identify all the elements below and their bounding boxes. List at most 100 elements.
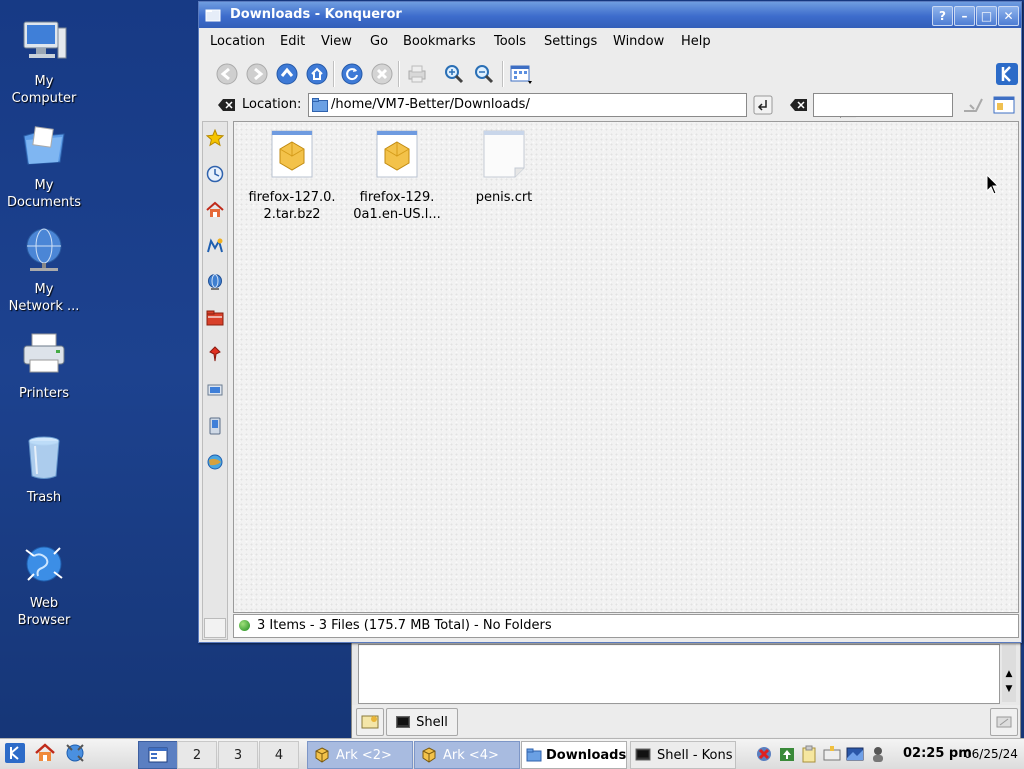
desktop-icon-my-computer[interactable]: My Computer [0, 18, 88, 107]
system-tray-user-icon[interactable] [869, 745, 887, 763]
forward-button[interactable] [245, 62, 269, 86]
desktop-icon-printers[interactable]: Printers [0, 330, 88, 402]
sidebar-config-button[interactable] [204, 618, 226, 638]
konqueror-logo-icon [996, 63, 1018, 85]
konsole-window: ▲ ▼ Shell [351, 640, 1021, 739]
file-item[interactable]: penis.crt [454, 130, 554, 206]
task-ark-2[interactable]: Ark <2> [307, 741, 413, 769]
scroll-up-icon[interactable]: ▲ [1002, 669, 1016, 683]
zoom-in-button[interactable] [442, 62, 466, 86]
print-icon [408, 65, 426, 83]
browser-launcher[interactable] [63, 741, 87, 765]
desktop-icon-label: Printers [18, 386, 70, 401]
pager-desktop-1[interactable]: 1 [138, 741, 178, 769]
home-icon [306, 63, 328, 85]
close-button[interactable]: ✕ [998, 6, 1019, 26]
search-provider-button[interactable] [992, 93, 1016, 117]
menu-window[interactable]: Window [613, 34, 664, 49]
desktop-icon-web-browser[interactable]: Web Browser [0, 540, 88, 629]
view-mode-button[interactable] [509, 62, 533, 86]
sidebar-item-web[interactable] [205, 452, 225, 472]
menu-view[interactable]: View [321, 34, 352, 49]
reload-button[interactable] [340, 62, 364, 86]
pager-desktop-2[interactable]: 2 [177, 741, 217, 769]
network-globe-icon [26, 228, 62, 271]
search-go-button[interactable] [961, 93, 985, 117]
location-input[interactable]: /home/VM7-Better/Downloads/ [308, 93, 856, 118]
menu-location[interactable]: Location [210, 34, 265, 49]
new-session-icon [361, 715, 379, 729]
folder-icon [526, 748, 542, 762]
tab-shell[interactable]: Shell [386, 708, 458, 736]
clear-location-button[interactable] [215, 93, 239, 117]
task-shell-konsole[interactable]: Shell - Kons [630, 741, 736, 769]
menu-settings[interactable]: Settings [544, 34, 597, 49]
sidebar-item-services[interactable] [205, 344, 225, 364]
pager-desktop-4[interactable]: 4 [259, 741, 299, 769]
zoom-out-button[interactable] [472, 62, 496, 86]
sidebar-item-device[interactable] [205, 416, 225, 436]
tab-shell-label: Shell [416, 714, 448, 730]
menu-bookmarks[interactable]: Bookmarks [403, 34, 476, 49]
clock-date[interactable]: 06/25/24 [964, 747, 1018, 761]
desktop-icon-my-documents[interactable]: My Documents [0, 122, 88, 211]
clock-time[interactable]: 02:25 pm [903, 746, 972, 761]
sidebar-item-home[interactable] [205, 200, 225, 220]
desktop-icon-my-network[interactable]: My Network ... [0, 226, 88, 315]
task-downloads[interactable]: Downloads [521, 741, 627, 769]
sidebar-item-history[interactable] [205, 164, 225, 184]
network-monitor-icon[interactable] [755, 745, 773, 763]
back-button[interactable] [215, 62, 239, 86]
help-button[interactable]: ? [932, 6, 953, 26]
menubar: Location Edit View Go Bookmarks Tools Se… [199, 29, 1021, 53]
file-item[interactable]: firefox-129. 0a1.en-US.l... [347, 130, 447, 223]
forward-arrow-icon [246, 63, 268, 85]
task-ark-4[interactable]: Ark <4> [414, 741, 520, 769]
maximize-button[interactable]: □ [976, 6, 997, 26]
minimize-button[interactable]: – [954, 6, 975, 26]
new-session-button[interactable] [356, 708, 384, 736]
menu-help[interactable]: Help [681, 34, 711, 49]
klipper-icon[interactable] [800, 745, 818, 763]
clear-search-button[interactable] [787, 93, 811, 117]
terminal-icon [635, 748, 651, 761]
sidebar-item-media[interactable] [205, 236, 225, 256]
up-button[interactable] [275, 62, 299, 86]
sidebar-item-bookmarks[interactable] [205, 128, 225, 148]
up-arrow-icon [276, 63, 298, 85]
stop-button[interactable] [370, 62, 394, 86]
archive-icon [376, 130, 418, 178]
sidebar-item-system[interactable] [205, 380, 225, 400]
print-button[interactable] [405, 62, 429, 86]
terminal-icon [396, 716, 411, 728]
sidebar-item-network[interactable] [205, 272, 225, 292]
terminal-area[interactable] [358, 644, 1000, 704]
file-item[interactable]: firefox-127.0. 2.tar.bz2 [242, 130, 342, 223]
search-input[interactable] [813, 93, 953, 117]
scroll-down-icon[interactable]: ▼ [1002, 684, 1016, 698]
web-globe-icon [207, 454, 223, 470]
web-browser-icon [66, 744, 84, 762]
menu-edit[interactable]: Edit [280, 34, 305, 49]
clear-location-icon [218, 99, 235, 111]
zoom-in-icon [445, 65, 464, 84]
menu-go[interactable]: Go [370, 34, 388, 49]
pager-desktop-3[interactable]: 3 [218, 741, 258, 769]
close-session-button[interactable] [990, 708, 1018, 736]
kmenu-button[interactable] [3, 741, 27, 765]
desktop-icon-trash[interactable]: Trash [0, 434, 88, 506]
device-icon [209, 417, 221, 435]
kde-keyboard-icon[interactable] [823, 745, 841, 763]
reload-icon [341, 63, 363, 85]
task-label: Ark <2> [336, 747, 392, 763]
go-button[interactable] [751, 93, 775, 117]
menu-tools[interactable]: Tools [494, 34, 526, 49]
update-icon[interactable] [778, 745, 796, 763]
home-button[interactable] [305, 62, 329, 86]
display-settings-icon[interactable] [846, 745, 864, 763]
folder-icon [205, 9, 221, 22]
window-titlebar[interactable]: Downloads - Konqueror ? – □ ✕ [199, 2, 1021, 28]
sidebar-item-root-folder[interactable] [205, 308, 225, 328]
home-launcher[interactable] [33, 741, 57, 765]
file-icon-view[interactable]: firefox-127.0. 2.tar.bz2 firefox-129. 0a… [233, 121, 1019, 613]
